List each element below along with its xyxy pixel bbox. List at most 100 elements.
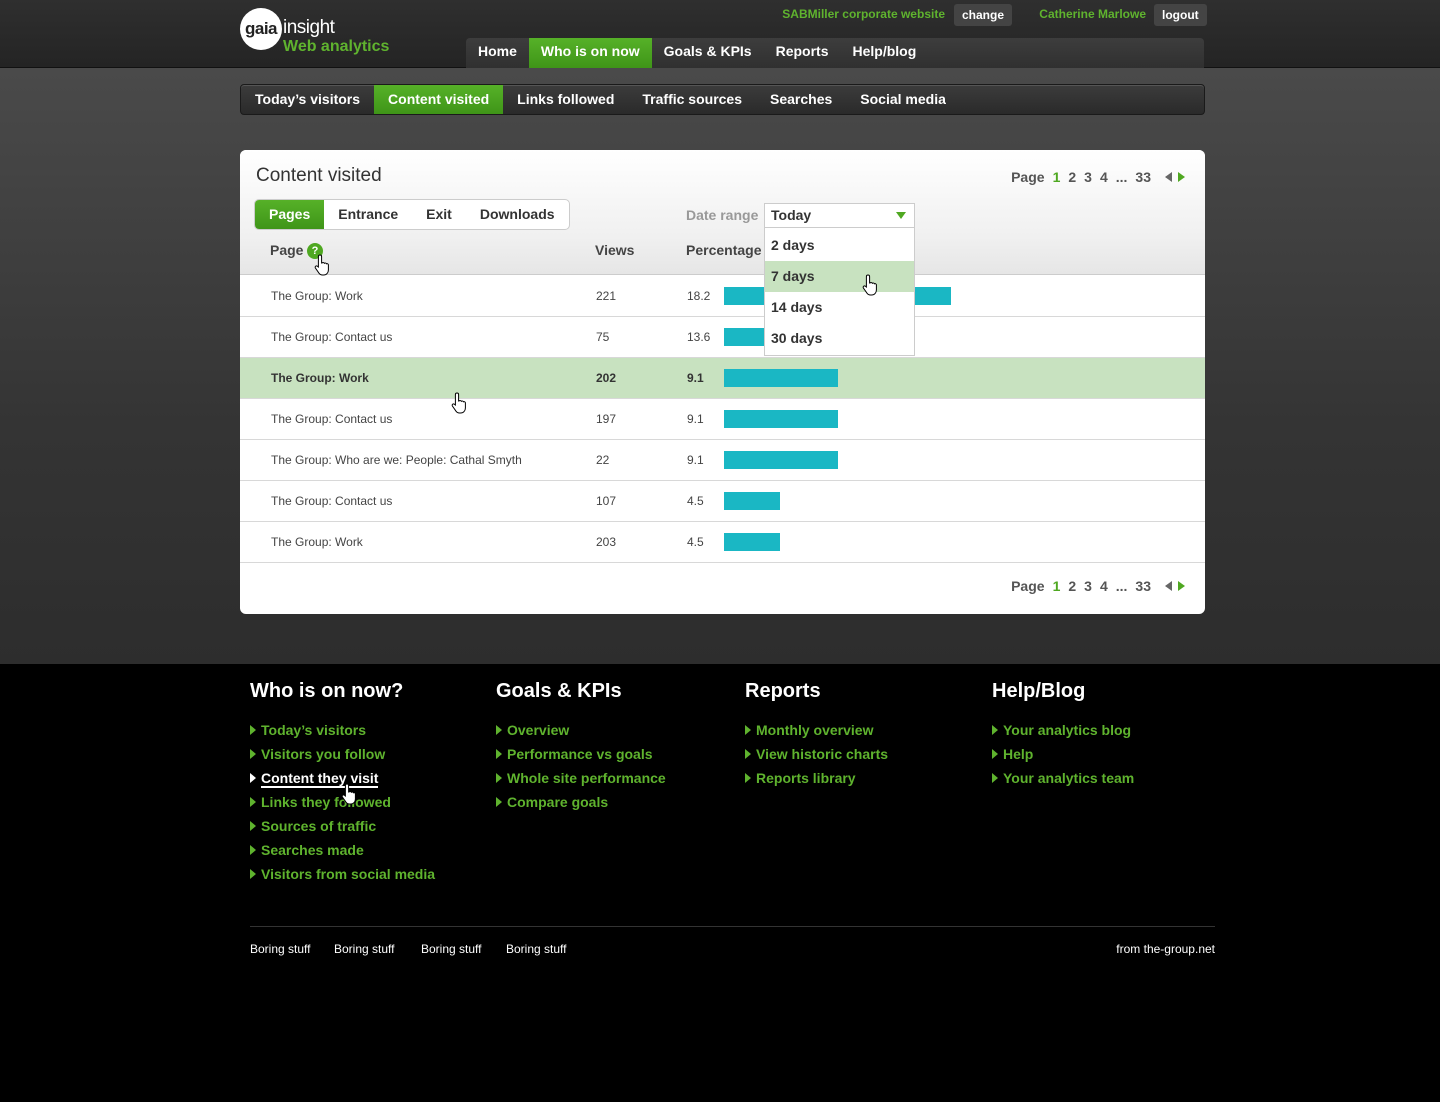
segment-pages[interactable]: Pages — [255, 200, 325, 229]
main-nav-who-is-on-now[interactable]: Who is on now — [528, 38, 652, 68]
column-header-views[interactable]: Views — [595, 242, 634, 258]
footer-link-searches-made[interactable]: Searches made — [250, 841, 435, 865]
pager-current-page[interactable]: 1 — [1053, 578, 1061, 594]
pager-page-link[interactable]: 4 — [1100, 169, 1108, 185]
footer-link-whole-site-performance[interactable]: Whole site performance — [496, 769, 666, 793]
footer-boring-link[interactable]: Boring stuff — [250, 942, 310, 956]
gaia-insight-logo[interactable]: gaia insight Web analytics — [240, 8, 400, 58]
footer-link-label: Whole site performance — [507, 770, 666, 786]
footer-credit-link[interactable]: from the-group.net — [1116, 942, 1215, 956]
footer-link-visitors-from-social-media[interactable]: Visitors from social media — [250, 865, 435, 889]
footer-boring-link[interactable]: Boring stuff — [334, 942, 394, 956]
row-page-name[interactable]: The Group: Contact us — [271, 412, 392, 426]
logo-circle: gaia — [240, 8, 282, 50]
footer-link-monthly-overview[interactable]: Monthly overview — [745, 721, 888, 745]
main-nav-goals-kpis[interactable]: Goals & KPIs — [652, 38, 764, 68]
row-page-name[interactable]: The Group: Who are we: People: Cathal Sm… — [271, 453, 522, 467]
footer-link-view-historic-charts[interactable]: View historic charts — [745, 745, 888, 769]
segment-downloads[interactable]: Downloads — [466, 200, 569, 229]
footer-boring-link[interactable]: Boring stuff — [421, 942, 481, 956]
row-page-name[interactable]: The Group: Work — [271, 371, 369, 385]
tab-links-followed[interactable]: Links followed — [503, 85, 628, 114]
footer-link-reports-library[interactable]: Reports library — [745, 769, 888, 793]
row-percentage-bar — [724, 533, 780, 551]
table-row[interactable]: The Group: Contact us 107 4.5 — [240, 481, 1205, 522]
column-header-page[interactable]: Page — [270, 242, 303, 258]
row-page-name[interactable]: The Group: Contact us — [271, 494, 392, 508]
prev-page-icon[interactable] — [1165, 172, 1172, 182]
tab-content-visited[interactable]: Content visited — [374, 85, 504, 114]
main-nav-reports[interactable]: Reports — [764, 38, 841, 68]
row-page-name[interactable]: The Group: Work — [271, 535, 363, 549]
footer-link-content-they-visit[interactable]: Content they visit — [250, 769, 435, 793]
footer-column-help-blog: Help/Blog Your analytics blog Help Your ana… — [992, 680, 1134, 793]
footer-boring-link[interactable]: Boring stuff — [506, 942, 566, 956]
table-row[interactable]: The Group: Work 221 18.2 — [240, 276, 1205, 317]
table-row[interactable]: The Group: Contact us 75 13.6 — [240, 317, 1205, 358]
segment-exit[interactable]: Exit — [412, 200, 466, 229]
pager-page-link[interactable]: 33 — [1135, 578, 1151, 594]
tab-searches[interactable]: Searches — [756, 85, 846, 114]
tab-today-s-visitors[interactable]: Today’s visitors — [241, 85, 374, 114]
footer-link-label: Visitors you follow — [261, 746, 386, 762]
footer-link-label: Sources of traffic — [261, 818, 377, 834]
next-page-icon[interactable] — [1178, 581, 1185, 591]
pager-current-page[interactable]: 1 — [1053, 169, 1061, 185]
row-page-name[interactable]: The Group: Contact us — [271, 330, 392, 344]
pager-page-link[interactable]: 3 — [1084, 169, 1092, 185]
prev-page-icon[interactable] — [1165, 581, 1172, 591]
pager-page-link: ... — [1115, 578, 1128, 594]
pager-page-link[interactable]: 3 — [1084, 578, 1092, 594]
row-percentage-bar — [724, 492, 780, 510]
footer-link-help[interactable]: Help — [992, 745, 1134, 769]
user-name: Catherine Marlowe — [1039, 7, 1146, 21]
next-page-icon[interactable] — [1178, 172, 1185, 182]
footer-link-performance-vs-goals[interactable]: Performance vs goals — [496, 745, 666, 769]
help-icon[interactable]: ? — [307, 243, 323, 259]
footer-link-compare-goals[interactable]: Compare goals — [496, 793, 666, 817]
main-nav-home[interactable]: Home — [466, 38, 529, 68]
sub-nav: Today’s visitors Content visited Links fol… — [240, 84, 1205, 115]
footer-link-today-s-visitors[interactable]: Today’s visitors — [250, 721, 435, 745]
site-name: SABMiller corporate website — [782, 7, 945, 21]
table-row[interactable]: The Group: Work 202 9.1 — [240, 358, 1205, 399]
footer-column-who-is-on-now: Who is on now? Today’s visitors Visitors y… — [250, 680, 435, 889]
row-views: 202 — [596, 371, 617, 385]
footer-link-links-they-followed[interactable]: Links they followed — [250, 793, 435, 817]
top-header: gaia insight Web analytics SABMiller cor… — [0, 0, 1440, 68]
pager-page-link[interactable]: 33 — [1135, 169, 1151, 185]
row-views: 107 — [596, 494, 617, 508]
footer-link-overview[interactable]: Overview — [496, 721, 666, 745]
footer-link-sources-of-traffic[interactable]: Sources of traffic — [250, 817, 435, 841]
logo-insight-text: insight — [283, 17, 335, 38]
pager-page-link[interactable]: 4 — [1100, 578, 1108, 594]
row-page-name[interactable]: The Group: Work — [271, 289, 363, 303]
footer-column-title: Reports — [745, 680, 821, 702]
main-nav-help-blog[interactable]: Help/blog — [841, 38, 929, 68]
pager-page-link[interactable]: 2 — [1068, 169, 1076, 185]
date-range-select[interactable]: Today — [764, 203, 915, 228]
tab-traffic-sources[interactable]: Traffic sources — [628, 85, 756, 114]
pager-page-link[interactable]: 2 — [1068, 578, 1076, 594]
tab-social-media[interactable]: Social media — [846, 85, 960, 114]
footer-link-label: Links they followed — [261, 794, 391, 810]
row-percentage-bar — [724, 410, 838, 428]
table-row[interactable]: The Group: Work 203 4.5 — [240, 522, 1205, 563]
date-range-option[interactable]: 30 days — [765, 323, 914, 354]
change-site-button[interactable]: change — [954, 4, 1013, 26]
logout-button[interactable]: logout — [1154, 4, 1207, 26]
footer-link-visitors-you-follow[interactable]: Visitors you follow — [250, 745, 435, 769]
table-row[interactable]: The Group: Contact us 197 9.1 — [240, 399, 1205, 440]
date-range-option[interactable]: 7 days — [765, 261, 914, 292]
date-range-option[interactable]: 14 days — [765, 292, 914, 323]
footer-link-label: Compare goals — [507, 794, 609, 810]
column-header-percentage[interactable]: Percentage — [686, 242, 761, 258]
footer-link-your-analytics-blog[interactable]: Your analytics blog — [992, 721, 1134, 745]
footer-link-your-analytics-team[interactable]: Your analytics team — [992, 769, 1134, 793]
date-range-option[interactable]: 2 days — [765, 230, 914, 261]
panel-header: Content visited Page 1 2 3 4... 33 Pages Entra… — [240, 150, 1205, 275]
pager-top: Page 1 2 3 4... 33 — [1011, 169, 1185, 185]
table-row[interactable]: The Group: Who are we: People: Cathal Sm… — [240, 440, 1205, 481]
footer-column-title: Help/Blog — [992, 680, 1086, 702]
segment-entrance[interactable]: Entrance — [324, 200, 412, 229]
